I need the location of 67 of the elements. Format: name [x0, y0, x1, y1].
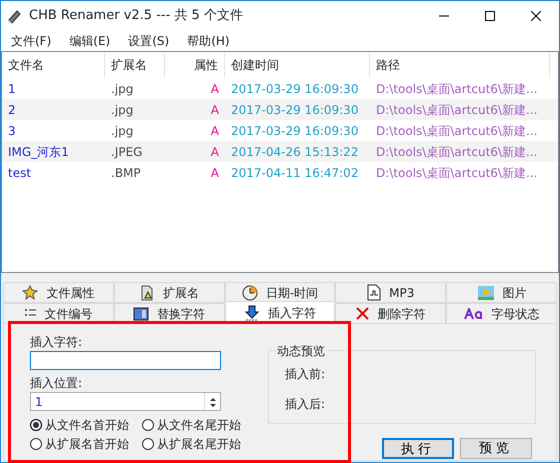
column-header[interactable]: 路径 [370, 52, 550, 78]
table-cell-text: 2017-03-29 16:09:30 [230, 122, 360, 140]
column-header[interactable]: 属性 [165, 52, 225, 78]
document-icon [367, 284, 382, 301]
table-cell-text: .BMP [110, 164, 142, 182]
table-cell-text: 3 [7, 122, 17, 140]
radio-option[interactable]: 从扩展名尾开始 [142, 435, 267, 453]
table-cell-text: test [7, 164, 32, 182]
tab[interactable]: 文件属性 [3, 282, 114, 303]
table-cell-text: .jpg [110, 80, 134, 98]
tab[interactable]: 图片 [446, 282, 557, 303]
preview-label: 插入后: [285, 396, 326, 413]
table-cell-text: A [210, 144, 220, 160]
clock-icon [242, 284, 258, 300]
star-icon [22, 284, 38, 300]
table-cell-text: .jpg [110, 122, 134, 140]
table-cell-text: D:\tools\桌面\artcut6\新建... [375, 144, 538, 160]
tab[interactable]: 日期-时间 [224, 282, 336, 303]
download-arrow-icon [244, 304, 260, 320]
table-cell-text: .JPEG [110, 144, 144, 160]
tab[interactable]: 删除字符 [335, 303, 446, 324]
pen-icon [7, 8, 23, 24]
window-icon [133, 306, 150, 322]
group-title: 动态预览 [275, 342, 327, 360]
table-cell-text: 1 [7, 80, 17, 98]
table-cell-text: IMG_河东1 [7, 144, 70, 160]
radio-option[interactable]: 从文件名尾开始 [142, 416, 267, 434]
column-header[interactable]: 文件名 [2, 52, 105, 78]
menu-item[interactable]: 文件(F) [3, 32, 60, 50]
input-field[interactable] [30, 351, 221, 370]
table-cell-text: .jpg [110, 102, 134, 118]
action-button[interactable]: 预览 [460, 438, 532, 459]
field-label: 插入位置: [30, 375, 84, 392]
table-cell-text: 2017-04-26 15:13:22 [230, 144, 360, 160]
radio-option[interactable]: 从文件名首开始 [30, 416, 142, 434]
table-cell-text: A [210, 80, 220, 98]
spin-field[interactable]: 1 [30, 392, 221, 411]
field-label: 插入字符: [30, 334, 84, 351]
table-cell-text: D:\tools\桌面\artcut6\新建... [375, 102, 538, 118]
maximize-icon [485, 11, 495, 21]
table-cell-text: 2 [7, 102, 17, 118]
radio-option[interactable]: 从扩展名首开始 [30, 435, 142, 453]
letters-icon [464, 308, 484, 320]
table-cell-text: 2017-03-29 16:09:30 [230, 80, 360, 98]
table-cell-text: A [210, 102, 220, 118]
column-header[interactable]: 扩展名 [105, 52, 165, 78]
menu-item[interactable]: 帮助(H) [179, 32, 238, 50]
tab[interactable]: 字母状态 [446, 303, 557, 324]
table-cell-text: A [210, 122, 220, 140]
action-button[interactable]: 执行 [382, 438, 454, 459]
table-cell-text: A [210, 164, 220, 182]
window-title: CHB Renamer v2.5 --- 共 5 个文件 [29, 7, 243, 26]
tab[interactable]: 扩展名 [114, 282, 225, 303]
tab[interactable]: MP3 [335, 282, 446, 303]
image-icon [476, 284, 495, 300]
warning-document-icon [139, 284, 156, 300]
column-header[interactable]: 创建时间 [225, 52, 370, 78]
preview-label: 插入前: [285, 366, 326, 383]
menu-item[interactable]: 设置(S) [120, 32, 178, 50]
close-icon [531, 11, 541, 21]
table-cell-text: 2017-03-29 16:09:30 [230, 102, 360, 118]
table-cell-text: D:\tools\桌面\artcut6\新建... [375, 122, 538, 140]
cross-icon [356, 307, 370, 320]
table-cell-text: D:\tools\桌面\artcut6\新建... [375, 164, 538, 182]
menu-item[interactable]: 编辑(E) [61, 32, 118, 50]
table-cell-text: 2017-04-11 16:47:02 [230, 164, 360, 182]
table-cell-text: D:\tools\桌面\artcut6\新建... [375, 80, 538, 98]
